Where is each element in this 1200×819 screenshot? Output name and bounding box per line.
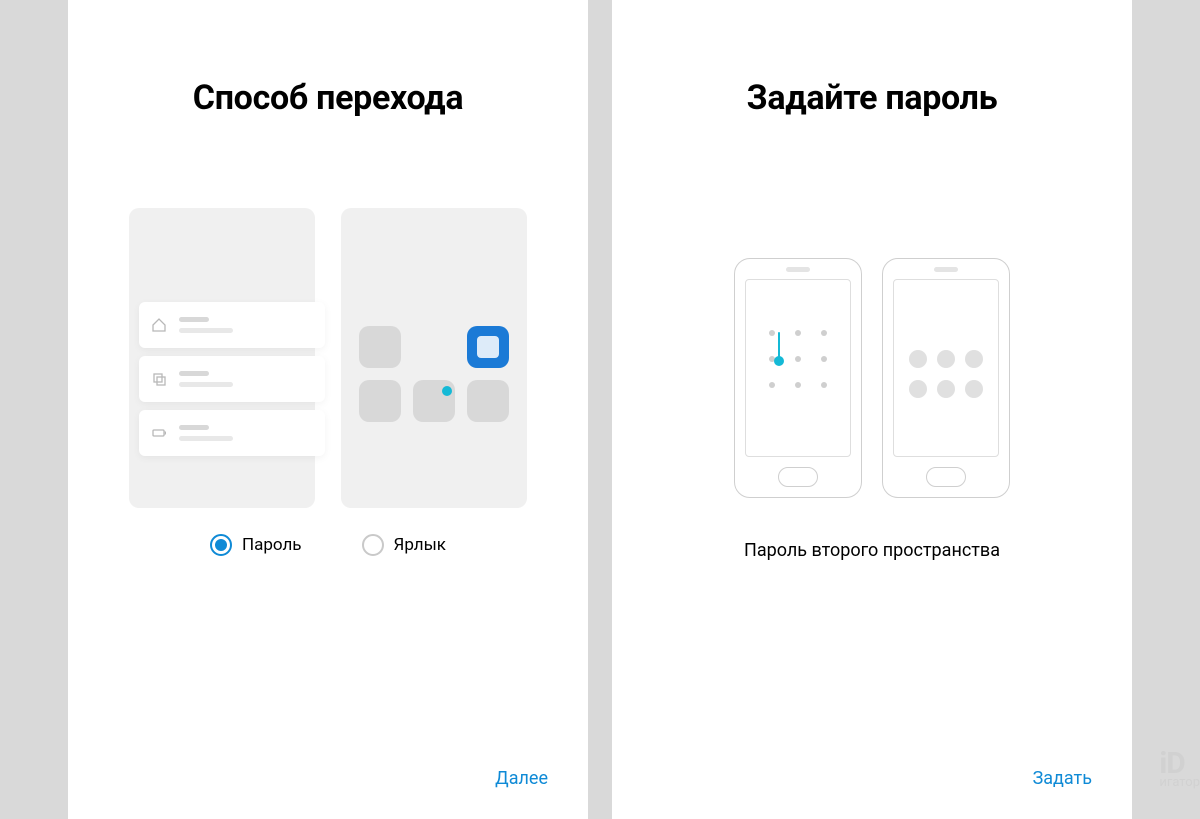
pin-dots-icon — [909, 350, 983, 398]
radio-shortcut-label: Ярлык — [394, 535, 446, 555]
battery-icon — [151, 425, 167, 441]
radio-password-label: Пароль — [242, 535, 302, 555]
radio-group-method: Пароль Ярлык — [210, 534, 446, 556]
accent-dot-icon — [442, 386, 452, 396]
illustration-row — [129, 208, 527, 508]
screen-transition-method: Способ перехода — [68, 0, 588, 819]
radio-password[interactable]: Пароль — [210, 534, 302, 556]
app-icon-accent — [467, 326, 509, 368]
radio-shortcut[interactable]: Ярлык — [362, 534, 446, 556]
page-title: Способ перехода — [193, 78, 463, 118]
subtitle: Пароль второго пространства — [744, 540, 1000, 561]
phone-pattern-illustration — [734, 258, 862, 498]
illustration-shortcut-card — [341, 208, 527, 508]
list-item — [139, 356, 325, 402]
illustration-phones — [734, 258, 1010, 498]
list-item — [139, 410, 325, 456]
copy-icon — [151, 371, 167, 387]
home-button-icon — [778, 467, 818, 487]
watermark: iD игатор — [1159, 750, 1200, 789]
radio-circle-icon — [362, 534, 384, 556]
list-item — [139, 302, 325, 348]
app-icon — [359, 326, 401, 368]
radio-circle-icon — [210, 534, 232, 556]
home-button-icon — [926, 467, 966, 487]
page-title: Задайте пароль — [747, 78, 998, 118]
next-button[interactable]: Далее — [495, 768, 548, 789]
pattern-accent-dot-icon — [774, 356, 784, 366]
illustration-password-card — [129, 208, 315, 508]
set-button[interactable]: Задать — [1033, 768, 1092, 789]
home-icon — [151, 317, 167, 333]
app-icon — [359, 380, 401, 422]
screen-set-password: Задайте пароль — [612, 0, 1132, 819]
app-icon — [467, 380, 509, 422]
phone-pin-illustration — [882, 258, 1010, 498]
